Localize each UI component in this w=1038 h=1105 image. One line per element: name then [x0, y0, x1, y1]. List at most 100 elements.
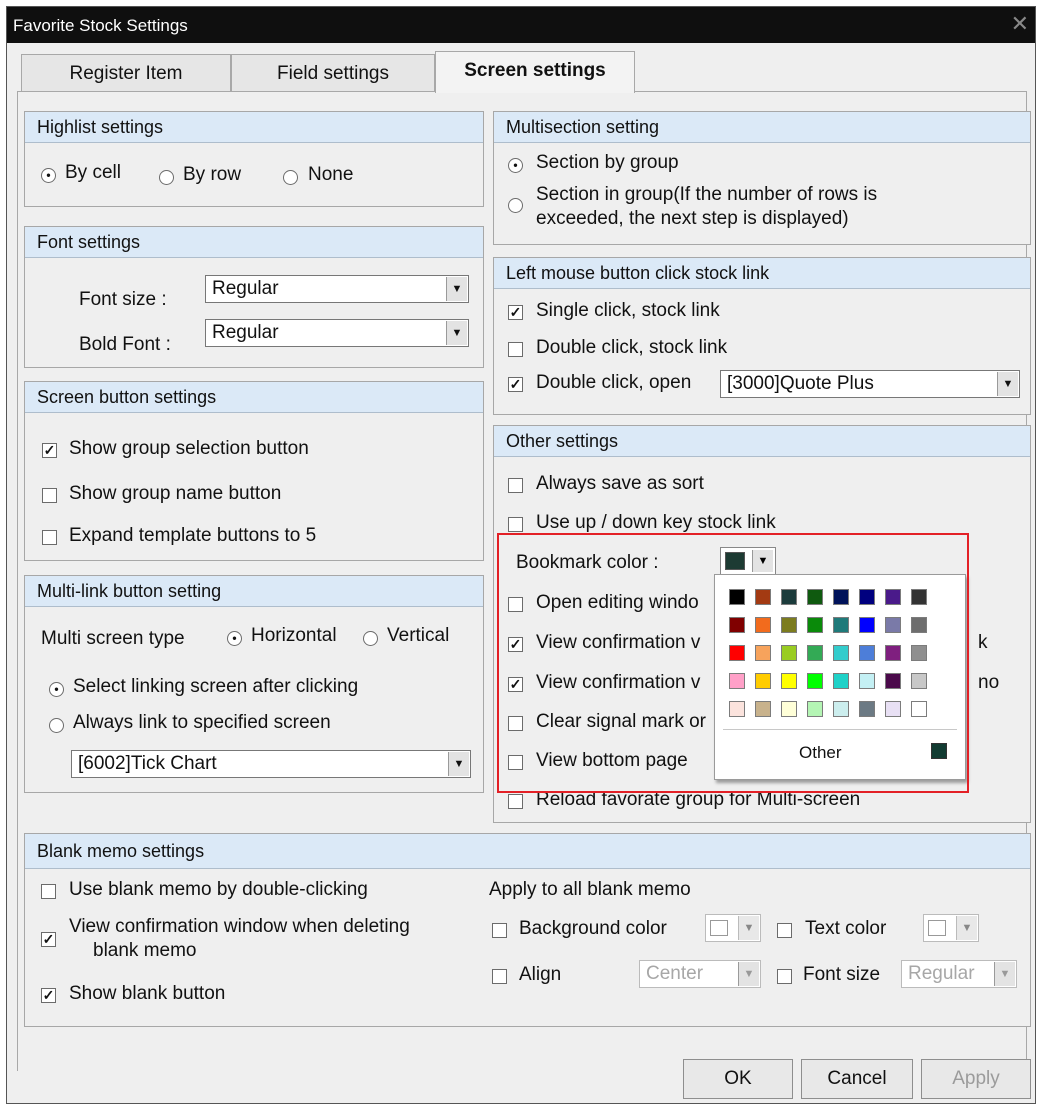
section-by-group-radio[interactable]: •	[508, 158, 523, 173]
vertical-radio[interactable]	[363, 631, 378, 646]
font-settings-panel: Font settings Font size : Regular ▼ Bold…	[24, 226, 484, 368]
reload-favorite-group-checkbox[interactable]	[508, 794, 523, 809]
blank-memo-title: Blank memo settings	[25, 834, 1030, 869]
section-in-group-label-1: Section in group(If the number of rows i…	[536, 184, 878, 205]
show-group-selection-label: Show group selection button	[69, 438, 309, 459]
show-group-name-label: Show group name button	[69, 483, 282, 504]
font-size-label: Font size :	[79, 289, 167, 310]
text-color-picker[interactable]: ▼	[923, 914, 979, 942]
highlist-none-radio[interactable]	[283, 170, 298, 185]
highlist-by-cell-label: By cell	[65, 162, 121, 183]
expand-template-checkbox[interactable]	[42, 530, 57, 545]
double-click-link-checkbox[interactable]	[508, 342, 523, 357]
font-settings-title: Font settings	[25, 227, 483, 258]
double-click-link-label: Double click, stock link	[536, 337, 728, 358]
double-click-open-checkbox[interactable]: ✓	[508, 377, 523, 392]
chevron-down-icon[interactable]: ▼	[448, 752, 469, 776]
font-size-memo-checkbox[interactable]	[777, 969, 792, 984]
chevron-down-icon[interactable]: ▼	[738, 962, 759, 986]
multilink-title: Multi-link button setting	[25, 576, 483, 607]
blank-memo-panel: Blank memo settings Use blank memo by do…	[24, 833, 1031, 1027]
single-click-label: Single click, stock link	[536, 300, 720, 321]
always-save-sort-checkbox[interactable]	[508, 478, 523, 493]
highlist-by-row-label: By row	[183, 164, 242, 185]
chevron-down-icon[interactable]: ▼	[997, 372, 1018, 396]
confirm-delete-memo-label-1: View confirmation window when deleting	[69, 916, 410, 937]
show-blank-button-checkbox[interactable]: ✓	[41, 988, 56, 1003]
view-confirmation-2-tail: no	[978, 672, 1000, 693]
text-color-checkbox[interactable]	[777, 923, 792, 938]
double-click-open-value: [3000]Quote Plus	[727, 373, 874, 394]
text-color-label: Text color	[805, 918, 887, 939]
highlist-by-cell-radio[interactable]: •	[41, 168, 56, 183]
cancel-button[interactable]: Cancel	[801, 1059, 913, 1099]
tab-register-item[interactable]: Register Item	[21, 54, 231, 92]
other-settings-title: Other settings	[494, 426, 1030, 457]
vertical-label: Vertical	[387, 625, 450, 646]
font-size-memo-label: Font size	[803, 964, 881, 985]
double-click-open-label: Double click, open	[536, 372, 692, 393]
font-size-select[interactable]: Regular ▼	[205, 275, 469, 303]
highlight-frame	[497, 533, 969, 793]
left-click-panel: Left mouse button click stock link ✓ Sin…	[493, 257, 1031, 415]
align-checkbox[interactable]	[492, 969, 507, 984]
horizontal-radio[interactable]: •	[227, 631, 242, 646]
section-in-group-radio[interactable]	[508, 198, 523, 213]
select-linking-screen-label: Select linking screen after clicking	[73, 676, 359, 697]
section-by-group-label: Section by group	[536, 152, 679, 173]
chevron-down-icon[interactable]: ▼	[446, 321, 467, 345]
multilink-panel: Multi-link button setting Multi screen t…	[24, 575, 484, 793]
align-label: Align	[519, 964, 562, 985]
always-link-radio[interactable]	[49, 718, 64, 733]
highlist-panel: Highlist settings • By cell By row None	[24, 111, 484, 207]
chevron-down-icon[interactable]: ▼	[994, 962, 1015, 986]
left-click-title: Left mouse button click stock link	[494, 258, 1030, 289]
apply-all-memo-label: Apply to all blank memo	[489, 879, 691, 900]
multi-screen-type-label: Multi screen type	[41, 628, 185, 649]
multisection-panel: Multisection setting • Section by group …	[493, 111, 1031, 245]
chevron-down-icon[interactable]: ▼	[956, 916, 977, 940]
background-color-swatch	[710, 920, 728, 936]
show-group-selection-checkbox[interactable]: ✓	[42, 443, 57, 458]
tab-screen-settings[interactable]: Screen settings	[435, 51, 635, 93]
show-group-name-checkbox[interactable]	[42, 488, 57, 503]
font-size-memo-value: Regular	[908, 963, 975, 984]
chevron-down-icon[interactable]: ▼	[738, 916, 759, 940]
single-click-checkbox[interactable]: ✓	[508, 305, 523, 320]
bold-font-select[interactable]: Regular ▼	[205, 319, 469, 347]
use-blank-memo-checkbox[interactable]	[41, 884, 56, 899]
font-size-value: Regular	[212, 278, 279, 299]
section-in-group-label-2: exceeded, the next step is displayed)	[536, 208, 849, 229]
select-linking-screen-radio[interactable]: •	[49, 682, 64, 697]
title-bar: Favorite Stock Settings ✕	[7, 7, 1035, 43]
tab-field-settings[interactable]: Field settings	[231, 54, 435, 92]
confirm-delete-memo-checkbox[interactable]: ✓	[41, 932, 56, 947]
bold-font-label: Bold Font :	[79, 334, 171, 355]
background-color-picker[interactable]: ▼	[705, 914, 761, 942]
bold-font-value: Regular	[212, 322, 279, 343]
highlist-title: Highlist settings	[25, 112, 483, 143]
font-size-memo-select[interactable]: Regular ▼	[901, 960, 1017, 988]
horizontal-label: Horizontal	[251, 625, 337, 646]
window-title: Favorite Stock Settings	[13, 16, 188, 35]
linked-screen-value: [6002]Tick Chart	[78, 753, 217, 774]
always-link-label: Always link to specified screen	[73, 712, 331, 733]
up-down-key-label: Use up / down key stock link	[536, 512, 776, 533]
screen-button-title: Screen button settings	[25, 382, 483, 413]
linked-screen-select[interactable]: [6002]Tick Chart ▼	[71, 750, 471, 778]
highlist-by-row-radio[interactable]	[159, 170, 174, 185]
apply-button[interactable]: Apply	[921, 1059, 1031, 1099]
text-color-swatch	[928, 920, 946, 936]
align-select[interactable]: Center ▼	[639, 960, 761, 988]
multisection-title: Multisection setting	[494, 112, 1030, 143]
ok-button[interactable]: OK	[683, 1059, 793, 1099]
double-click-open-select[interactable]: [3000]Quote Plus ▼	[720, 370, 1020, 398]
screen-button-panel: Screen button settings ✓ Show group sele…	[24, 381, 484, 561]
background-color-checkbox[interactable]	[492, 923, 507, 938]
use-blank-memo-label: Use blank memo by double-clicking	[69, 879, 368, 900]
close-icon[interactable]: ✕	[1011, 11, 1029, 37]
chevron-down-icon[interactable]: ▼	[446, 277, 467, 301]
align-value: Center	[646, 963, 704, 984]
show-blank-button-label: Show blank button	[69, 983, 226, 1004]
up-down-key-checkbox[interactable]	[508, 517, 523, 532]
